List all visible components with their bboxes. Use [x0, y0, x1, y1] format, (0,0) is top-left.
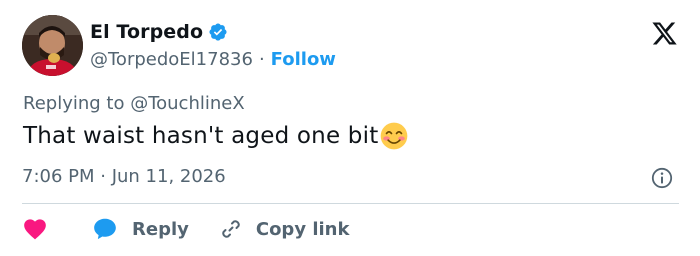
info-icon[interactable] [650, 166, 674, 190]
handle[interactable]: @TorpedoEl17836 [90, 49, 253, 70]
display-name[interactable]: El Torpedo [90, 21, 203, 43]
name-row: El Torpedo [90, 18, 336, 46]
link-icon [222, 220, 240, 238]
avatar[interactable] [22, 15, 83, 76]
reply-context[interactable]: Replying to @TouchlineX [23, 93, 245, 114]
tweet-card: El Torpedo @TorpedoEl17836 · Follow Repl… [0, 0, 700, 256]
tweet-text-row: That waist hasn't aged one bit [23, 121, 409, 151]
verified-badge-icon [209, 23, 227, 41]
heart-icon [24, 219, 46, 240]
timestamp[interactable]: 7:06 PM · Jun 11, 2026 [22, 166, 226, 187]
action-bar: Reply Copy link [22, 213, 349, 245]
reply-label: Reply [132, 218, 189, 240]
speech-bubble-icon [94, 218, 116, 240]
like-button[interactable] [22, 216, 48, 242]
follow-button[interactable]: Follow [271, 49, 336, 70]
profile-photo [22, 15, 83, 76]
handle-row: @TorpedoEl17836 · Follow [90, 46, 336, 72]
copy-link-label: Copy link [255, 218, 350, 240]
smiling-face-with-blush-emoji-icon [381, 122, 408, 150]
separator: · [258, 48, 265, 70]
copy-link-button[interactable]: Copy link [189, 217, 350, 241]
reply-button[interactable]: Reply [48, 216, 189, 242]
author-block: El Torpedo @TorpedoEl17836 · Follow [90, 18, 336, 72]
x-logo-icon[interactable] [651, 20, 678, 47]
tweet-text: That waist hasn't aged one bit [23, 123, 379, 149]
divider [22, 203, 679, 204]
